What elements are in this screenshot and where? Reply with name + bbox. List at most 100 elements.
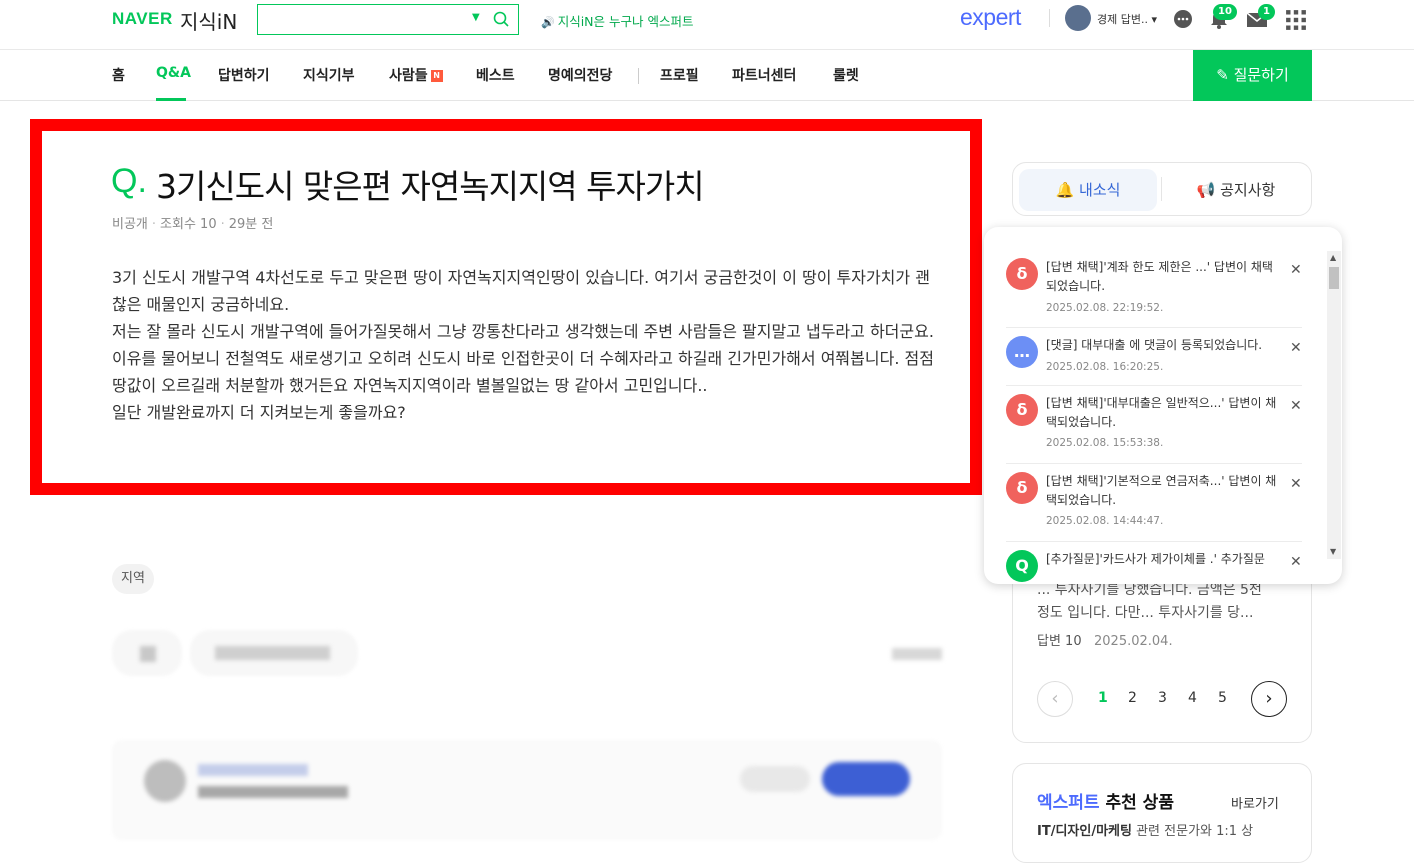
blurred-text (198, 764, 308, 776)
question-meta: 비공개 · 조회수 10 · 29분 전 (112, 217, 274, 232)
prev-page-button[interactable]: ‹ (1037, 681, 1073, 717)
alarm-badge: 10 (1213, 4, 1237, 20)
expert-title-rest: 추천 상품 (1099, 793, 1174, 813)
nav-home[interactable]: 홈 (112, 65, 125, 85)
mail-badge: 1 (1258, 4, 1275, 20)
nav-partner-center[interactable]: 파트너센터 (732, 65, 796, 85)
blurred-text (198, 786, 348, 798)
speaker-icon: 🔊 (541, 16, 555, 29)
expert-card-subtitle: IT/디자인/마케팅 관련 전문가와 1:1 상 (1037, 820, 1253, 839)
username-menu[interactable]: 경제 답변.. ▾ (1097, 11, 1157, 27)
next-page-button[interactable]: › (1251, 681, 1287, 717)
notification-text: [답변 채택]'대부대출은 일반적으...' 답변이 채택되었습니다. (1046, 396, 1277, 429)
blurred-avatar (144, 760, 186, 802)
chevron-right-icon: › (1265, 688, 1273, 709)
scroll-thumb[interactable] (1329, 267, 1339, 289)
blurred-icon (140, 646, 156, 662)
expert-logo[interactable]: expert (960, 4, 1021, 31)
snippet-date: 2025.02.04. (1094, 634, 1173, 649)
nav-best[interactable]: 베스트 (476, 65, 515, 85)
expert-recommend-card: 엑스퍼트 추천 상품 바로가기 IT/디자인/마케팅 관련 전문가와 1:1 상 (1012, 763, 1312, 863)
notification-item[interactable]: δ [답변 채택]'대부대출은 일반적으...' 답변이 채택되었습니다. 20… (1006, 394, 1302, 464)
snippet-line: 정도 입니다. 다만... 투자사기를 당... (1037, 605, 1254, 621)
question-tag[interactable]: 지역 (112, 564, 154, 594)
tab-notice[interactable]: 📢 공지사항 (1163, 169, 1309, 211)
nav-hall-of-fame[interactable]: 명예의전당 (548, 65, 612, 85)
search-icon[interactable] (492, 10, 510, 28)
notification-text: [댓글] 대부대출 에 댓글이 등록되었습니다. (1046, 338, 1263, 352)
expert-shortcut-link[interactable]: 바로가기 (1231, 793, 1279, 812)
comment-icon: … (1006, 336, 1038, 368)
promo-link[interactable]: 🔊 지식iN은 누구나 엑스퍼트 (541, 11, 693, 30)
search-input[interactable] (264, 9, 464, 29)
active-tab-indicator (156, 98, 186, 101)
blurred-text (215, 646, 330, 660)
close-icon[interactable]: ✕ (1290, 340, 1302, 356)
username-text: 경제 답변.. (1097, 13, 1148, 26)
pencil-icon: ✎ (1216, 66, 1229, 84)
scroll-down-icon[interactable]: ▼ (1330, 547, 1336, 556)
notification-item[interactable]: Q [추가질문]'카드사가 제가이체를 .' 추가질문 ✕ (1006, 550, 1302, 584)
page-2[interactable]: 2 (1128, 690, 1137, 706)
news-tabs: 🔔 내소식 📢 공지사항 (1012, 162, 1312, 216)
ask-question-label: 질문하기 (1233, 66, 1289, 84)
megaphone-icon: 📢 (1196, 181, 1216, 199)
chevron-left-icon: ‹ (1051, 688, 1059, 709)
chosen-icon: δ (1006, 394, 1038, 426)
nav-people[interactable]: 사람들 N (389, 65, 443, 85)
close-icon[interactable]: ✕ (1290, 262, 1302, 278)
close-icon[interactable]: ✕ (1290, 398, 1302, 414)
dropdown-caret-icon[interactable]: ▼ (472, 12, 480, 23)
notification-date: 2025.02.08. 14:44:47. (1046, 515, 1164, 527)
notification-date: 2025.02.08. 15:53:38. (1046, 437, 1164, 449)
close-icon[interactable]: ✕ (1290, 476, 1302, 492)
expert-sub-rest: 관련 전문가와 1:1 상 (1131, 824, 1254, 839)
apps-grid-icon[interactable] (1285, 9, 1307, 31)
page-1[interactable]: 1 (1098, 690, 1108, 706)
avatar[interactable] (1065, 5, 1091, 31)
chosen-icon: δ (1006, 472, 1038, 504)
notification-text: [답변 채택]'계좌 한도 제한은 ...' 답변이 채택되었습니다. (1046, 260, 1273, 293)
question-icon: Q (1006, 550, 1038, 582)
page-5[interactable]: 5 (1218, 690, 1227, 706)
close-icon[interactable]: ✕ (1290, 554, 1302, 570)
nav-divider (638, 68, 639, 84)
top-bar: NAVER 지식iN ▼ 🔊 지식iN은 누구나 엑스퍼트 expert 경제 답… (0, 0, 1414, 50)
search-box: ▼ (257, 4, 519, 35)
nav-roulette[interactable]: 룰렛 (833, 65, 859, 85)
expert-card-title: 엑스퍼트 추천 상품 (1037, 788, 1174, 813)
scrollbar[interactable]: ▲ ▼ (1327, 251, 1341, 559)
nav-profile[interactable]: 프로필 (660, 65, 699, 85)
notification-text: [답변 채택]'기본적으로 연금저축...' 답변이 채택되었습니다. (1046, 474, 1277, 507)
nav-donate[interactable]: 지식기부 (303, 65, 355, 85)
question-snippet[interactable]: ... 투자사기를 당했습니다. 금액은 5천 정도 입니다. 다만... 투자… (1037, 579, 1287, 625)
notification-text: [추가질문]'카드사가 제가이체를 .' 추가질문 (1046, 552, 1265, 566)
nav-answer[interactable]: 답변하기 (218, 65, 270, 85)
tab-my-news[interactable]: 🔔 내소식 (1019, 169, 1157, 211)
chat-icon[interactable] (1172, 8, 1194, 30)
kin-logo[interactable]: 지식iN (180, 6, 237, 35)
tab-notice-label: 공지사항 (1220, 181, 1276, 199)
notification-panel: δ [답변 채택]'계좌 한도 제한은 ...' 답변이 채택되었습니다. 20… (984, 227, 1342, 584)
notification-item[interactable]: δ [답변 채택]'계좌 한도 제한은 ...' 답변이 채택되었습니다. 20… (1006, 258, 1302, 328)
promo-text: 지식iN은 누구나 엑스퍼트 (557, 14, 694, 29)
bell-icon: 🔔 (1055, 181, 1075, 199)
notification-date: 2025.02.08. 22:19:52. (1046, 302, 1164, 314)
notification-item[interactable]: … [댓글] 대부대출 에 댓글이 등록되었습니다. 2025.02.08. 1… (1006, 336, 1302, 386)
blurred-text (892, 648, 942, 660)
nav-qna[interactable]: Q&A (156, 65, 191, 81)
question-views: 조회수 10 (160, 217, 217, 232)
notification-item[interactable]: δ [답변 채택]'기본적으로 연금저축...' 답변이 채택되었습니다. 20… (1006, 472, 1302, 542)
scroll-up-icon[interactable]: ▲ (1330, 253, 1336, 262)
notification-date: 2025.02.08. 16:20:25. (1046, 361, 1164, 373)
ask-question-button[interactable]: ✎ 질문하기 (1193, 50, 1312, 101)
blurred-primary-button[interactable] (822, 762, 910, 796)
chosen-icon: δ (1006, 258, 1038, 290)
tab-my-news-label: 내소식 (1079, 181, 1121, 199)
naver-logo[interactable]: NAVER (112, 9, 173, 29)
question-author: 비공개 (112, 217, 148, 232)
page-4[interactable]: 4 (1188, 690, 1197, 706)
tab-divider (1161, 177, 1162, 201)
page-3[interactable]: 3 (1158, 690, 1167, 706)
blurred-button[interactable] (740, 766, 810, 792)
